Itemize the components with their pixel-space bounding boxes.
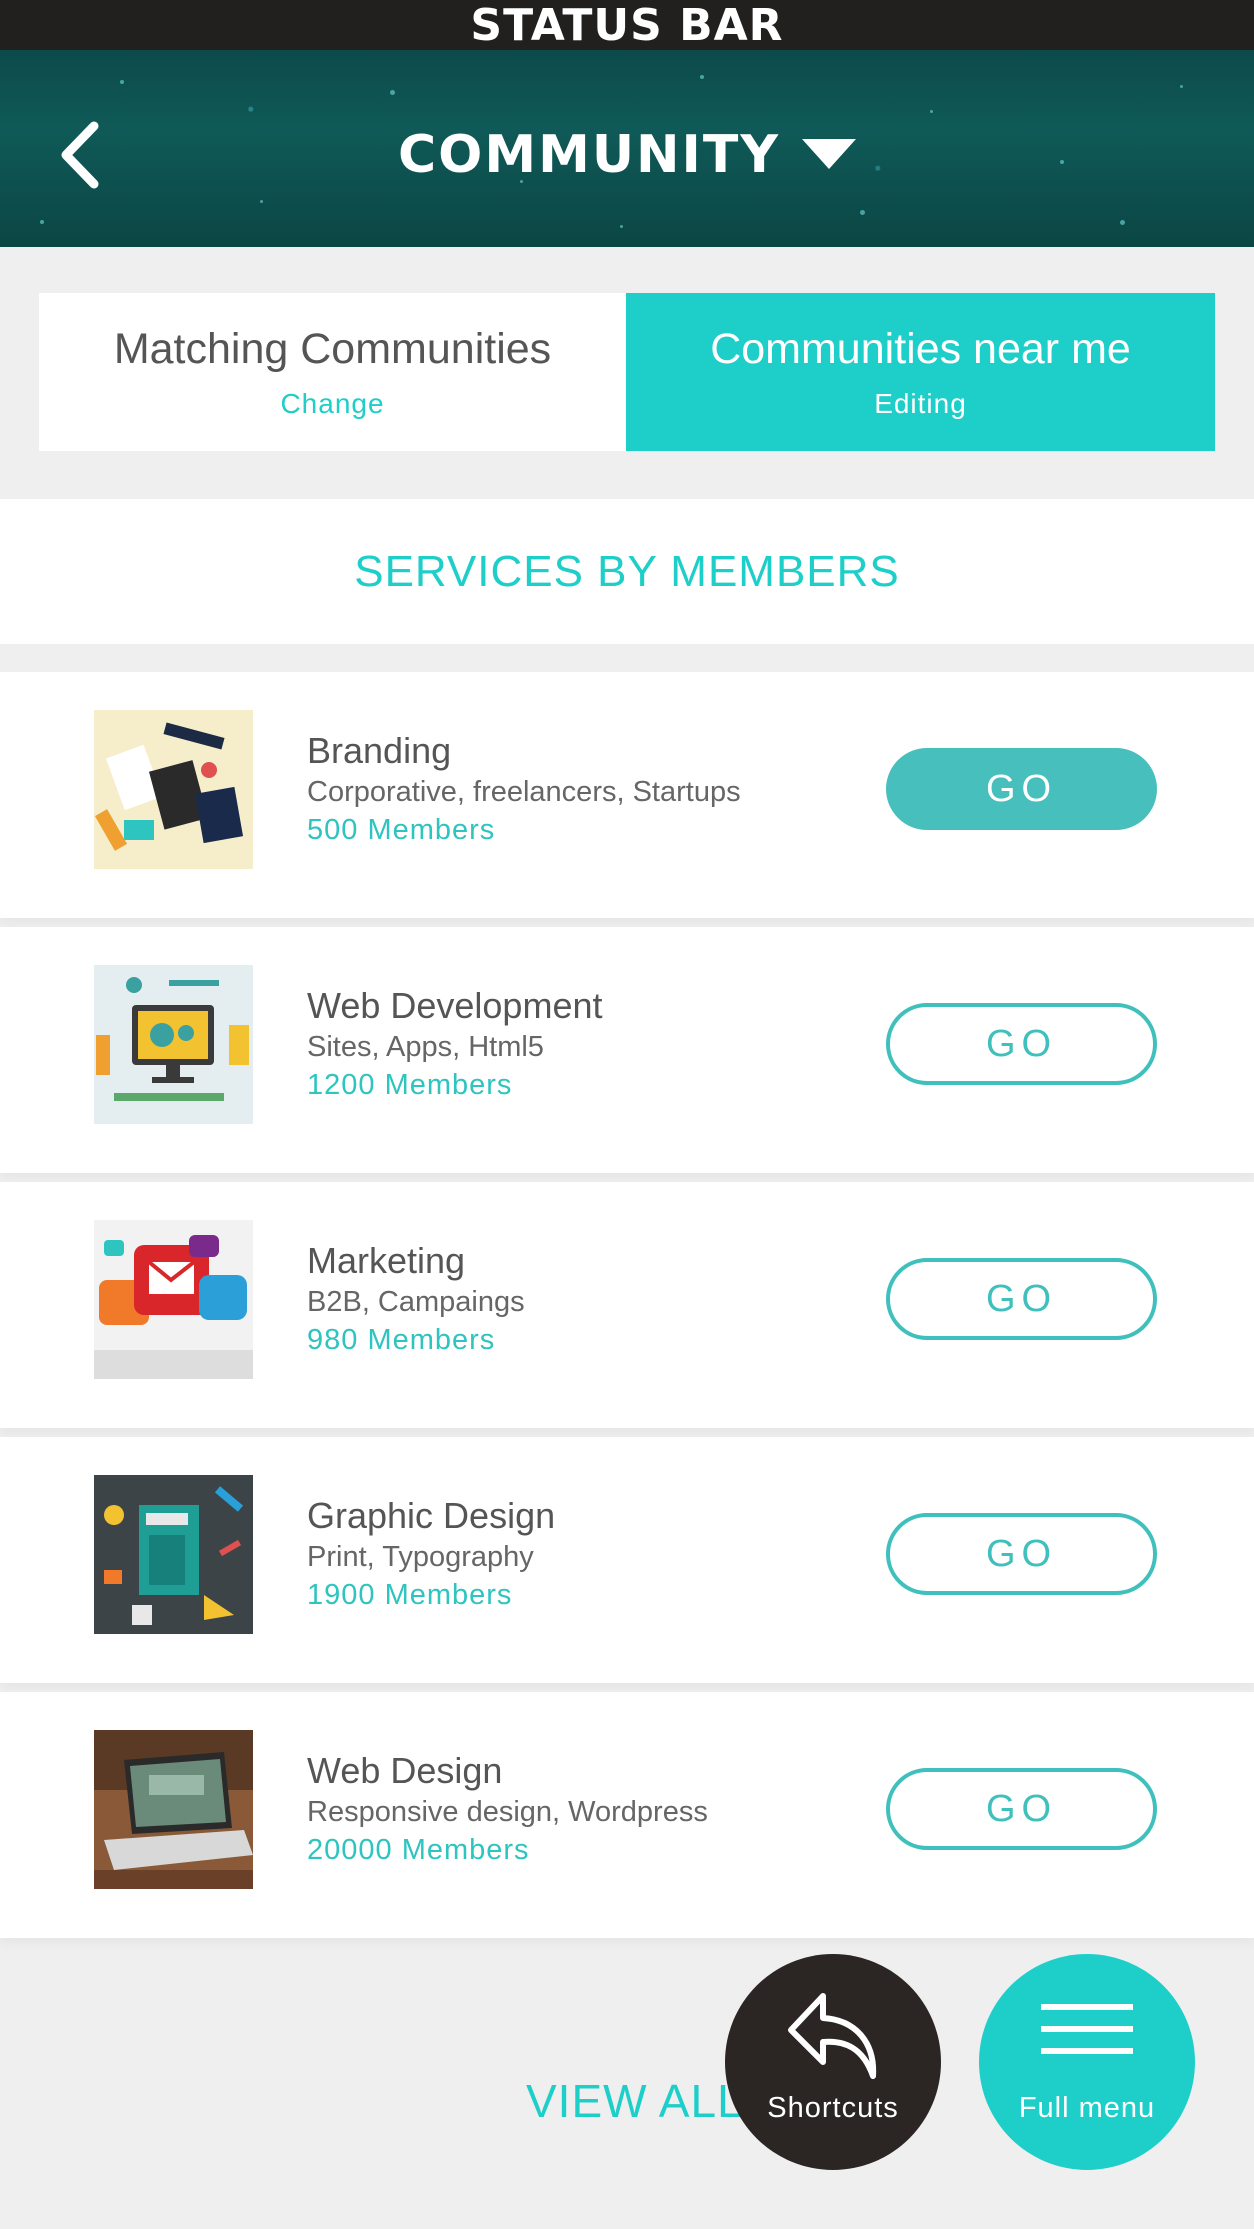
- web-design-thumbnail: [94, 1730, 253, 1889]
- graphic-design-thumbnail: [94, 1475, 253, 1634]
- community-row-web-design: Web Design Responsive design, Wordpress …: [0, 1692, 1254, 1938]
- tab-label: Communities near me: [710, 325, 1131, 373]
- status-bar-label: STATUS BAR: [470, 0, 784, 51]
- community-tags: Responsive design, Wordpress: [307, 1796, 708, 1828]
- community-name: Web Development: [307, 985, 603, 1026]
- tab-communities-near-me[interactable]: Communities near me Editing: [626, 293, 1215, 451]
- member-count: 1900 Members: [307, 1579, 513, 1611]
- marketing-thumbnail: [94, 1220, 253, 1379]
- shortcuts-label: Shortcuts: [767, 2092, 899, 2124]
- go-button-graphic-design[interactable]: GO: [886, 1513, 1157, 1595]
- tab-matching-communities[interactable]: Matching Communities Change: [39, 293, 626, 451]
- page-title: COMMUNITY: [397, 125, 781, 185]
- community-row-marketing: Marketing B2B, Campaings 980 Members GO: [0, 1182, 1254, 1428]
- community-tags: B2B, Campaings: [307, 1286, 525, 1318]
- full-menu-label: Full menu: [1018, 2092, 1156, 2124]
- member-count: 1200 Members: [307, 1069, 513, 1101]
- member-count: 20000 Members: [307, 1834, 530, 1866]
- member-count: 980 Members: [307, 1324, 496, 1356]
- header: COMMUNITY: [0, 50, 1254, 247]
- go-button-branding[interactable]: GO: [886, 748, 1157, 830]
- tab-label: Matching Communities: [113, 325, 552, 373]
- go-button-marketing[interactable]: GO: [886, 1258, 1157, 1340]
- view-all-link[interactable]: VIEW ALL: [526, 2074, 744, 2128]
- section-title: SERVICES BY MEMBERS: [0, 499, 1254, 644]
- reply-arrow-icon: [788, 1993, 877, 2079]
- community-tags: Sites, Apps, Html5: [307, 1031, 544, 1063]
- member-count: 500 Members: [307, 814, 496, 846]
- branding-thumbnail: [94, 710, 253, 869]
- community-dropdown[interactable]: COMMUNITY: [0, 120, 1254, 190]
- community-row-web-development: Web Development Sites, Apps, Html5 1200 …: [0, 927, 1254, 1173]
- shortcuts-button[interactable]: Shortcuts: [725, 1954, 941, 2170]
- community-row-graphic-design: Graphic Design Print, Typography 1900 Me…: [0, 1437, 1254, 1683]
- caret-down-icon: [802, 139, 857, 169]
- hamburger-icon: [1041, 2004, 1133, 2054]
- full-menu-button[interactable]: Full menu: [979, 1954, 1195, 2170]
- community-tags: Print, Typography: [307, 1541, 534, 1573]
- web-development-thumbnail: [94, 965, 253, 1124]
- go-button-web-design[interactable]: GO: [886, 1768, 1157, 1850]
- community-tags: Corporative, freelancers, Startups: [307, 776, 741, 808]
- tab-sublabel: Editing: [874, 388, 967, 419]
- community-name: Marketing: [307, 1240, 466, 1281]
- go-button-web-development[interactable]: GO: [886, 1003, 1157, 1085]
- community-name: Graphic Design: [307, 1495, 556, 1536]
- community-name: Branding: [307, 730, 452, 771]
- community-name: Web Design: [307, 1750, 503, 1791]
- tab-sublabel: Change: [280, 388, 385, 419]
- status-bar: STATUS BAR: [0, 0, 1254, 51]
- community-row-branding: Branding Corporative, freelancers, Start…: [0, 672, 1254, 918]
